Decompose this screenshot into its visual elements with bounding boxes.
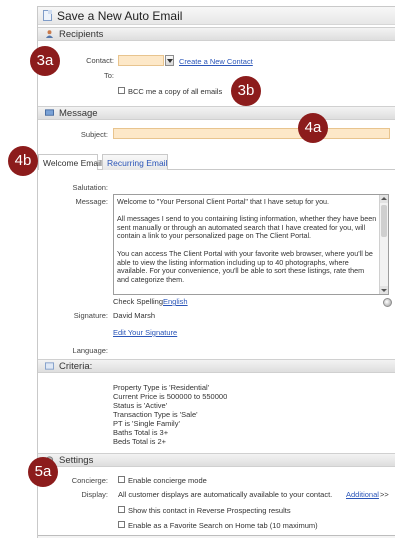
settings-header: Settings: [38, 453, 395, 467]
message-paragraph: All messages I send to you containing li…: [117, 214, 377, 240]
title-bar: Save a New Auto Email: [38, 7, 395, 25]
settings-header-label: Settings: [59, 455, 94, 466]
display-label: Display:: [81, 490, 108, 499]
language-label: Language:: [72, 346, 108, 355]
concierge-checkbox[interactable]: [118, 476, 125, 483]
criteria-line: Transaction Type is 'Sale': [113, 410, 198, 419]
additional-suffix: >>: [380, 490, 389, 499]
reverse-prospecting-checkbox[interactable]: [118, 506, 125, 513]
criteria-line: PT is 'Single Family': [113, 419, 180, 428]
callout-badge: 4b: [8, 146, 38, 176]
contact-label: Contact:: [86, 56, 114, 65]
scroll-down-arrow-icon[interactable]: [380, 286, 388, 294]
tab-recurring-email[interactable]: Recurring Email: [102, 154, 168, 170]
favorite-search-checkbox[interactable]: [118, 521, 125, 528]
callout-badge: 3b: [231, 76, 261, 106]
subject-label: Subject:: [80, 130, 108, 139]
tab-welcome-email[interactable]: Welcome Email: [38, 154, 102, 170]
message-header: Message: [38, 106, 395, 120]
favorite-search-label: Enable as a Favorite Search on Home tab …: [128, 521, 318, 530]
resize-handle-icon[interactable]: [383, 298, 392, 307]
criteria-line: Current Price is 500000 to 550000: [113, 392, 228, 401]
criteria-line: Beds Total is 2+: [113, 437, 167, 446]
signature-label: Signature:: [73, 311, 108, 320]
check-spelling-label: Check Spelling: [113, 297, 164, 306]
auto-email-panel: Save a New Auto Email Recipients Contact…: [37, 6, 395, 538]
people-icon: [45, 30, 54, 38]
create-contact-link[interactable]: Create a New Contact: [179, 57, 253, 66]
criteria-line: Baths Total is 3+: [113, 428, 169, 437]
message-paragraph: You can access The Client Portal with yo…: [117, 249, 373, 284]
window-title: Save a New Auto Email: [57, 9, 183, 23]
edit-signature-link[interactable]: Edit Your Signature: [113, 328, 177, 337]
bcc-checkbox[interactable]: [118, 87, 125, 94]
page-curl-divider: [38, 535, 395, 538]
reverse-prospecting-label: Show this contact in Reverse Prospecting…: [128, 506, 291, 515]
signature-value: David Marsh: [113, 311, 156, 320]
criteria-header: Criteria:: [38, 359, 395, 373]
additional-link[interactable]: Additional: [346, 490, 379, 499]
message-textarea[interactable]: Welcome to "Your Personal Client Portal"…: [113, 194, 389, 295]
subject-input[interactable]: [113, 128, 390, 139]
scroll-up-arrow-icon[interactable]: [380, 195, 388, 203]
display-text: All customer displays are automatically …: [118, 490, 333, 499]
contact-input[interactable]: [118, 55, 164, 66]
list-icon: [45, 362, 54, 370]
callout-badge: 5a: [28, 457, 58, 487]
criteria-line: Status is 'Active': [113, 401, 168, 410]
contact-dropdown-button[interactable]: [165, 55, 174, 66]
message-paragraph: Welcome to "Your Personal Client Portal"…: [117, 197, 330, 206]
message-label: Message:: [75, 197, 108, 206]
message-header-label: Message: [59, 108, 98, 119]
recipients-header-label: Recipients: [59, 29, 104, 40]
criteria-line: Property Type is 'Residential': [113, 383, 210, 392]
spelling-language-link[interactable]: English: [163, 297, 188, 306]
to-label: To:: [103, 71, 114, 80]
callout-badge: 3a: [30, 46, 60, 76]
salutation-label: Salutation:: [72, 183, 108, 192]
callout-badge: 4a: [298, 113, 328, 143]
recipients-header: Recipients: [38, 27, 395, 41]
message-scrollbar[interactable]: [379, 195, 388, 294]
monitor-icon: [45, 109, 54, 116]
concierge-option-label: Enable concierge mode: [128, 476, 207, 485]
document-icon: [43, 10, 52, 21]
bcc-label: BCC me a copy of all emails: [128, 87, 223, 96]
scroll-thumb[interactable]: [381, 205, 387, 237]
criteria-header-label: Criteria:: [59, 361, 93, 372]
